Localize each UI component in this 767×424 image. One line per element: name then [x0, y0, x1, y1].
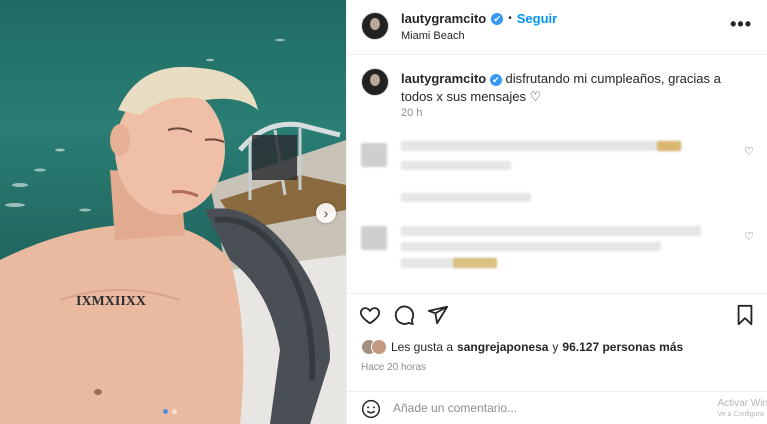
caption-text: lautygramcito ✔ disfrutando mi cumpleaño…: [401, 70, 741, 106]
blurred-avatar: [361, 143, 387, 167]
likes-summary[interactable]: Les gusta a sangrejaponesa y 96.127 pers…: [361, 339, 683, 355]
follow-button[interactable]: Seguir: [517, 11, 557, 26]
liker-avatar: [371, 339, 387, 355]
blurred-emoji: [453, 258, 497, 268]
verified-badge-icon: ✔: [491, 12, 504, 25]
comment-icon[interactable]: [393, 304, 415, 326]
caption-time: 20 h: [401, 107, 423, 119]
bookmark-icon[interactable]: [735, 304, 755, 326]
author-avatar[interactable]: [361, 12, 389, 40]
comment-input[interactable]: [393, 401, 693, 415]
carousel-next-button[interactable]: ›: [316, 203, 336, 223]
more-options-icon[interactable]: •••: [730, 14, 752, 35]
watermark-line1: Activar Win: [717, 398, 767, 409]
blurred-meta: [401, 193, 531, 202]
blurred-text: [401, 226, 701, 236]
blurred-text: [401, 242, 661, 251]
caption-username[interactable]: lautygramcito: [401, 71, 486, 86]
blurred-emoji: [657, 141, 681, 151]
likers-avatars: [361, 339, 387, 355]
caption-avatar[interactable]: [361, 68, 389, 96]
likes-count[interactable]: 96.127 personas más: [562, 340, 683, 354]
comment-composer: Activar Win Ve a Configura: [347, 391, 767, 424]
post-panel: lautygramcito ✔ • Seguir Miami Beach •••…: [346, 0, 767, 424]
author-username[interactable]: lautygramcito: [401, 11, 486, 26]
likes-connector: y: [552, 340, 559, 354]
windows-activation-watermark: Activar Win Ve a Configura: [717, 398, 767, 420]
heart-icon[interactable]: [359, 304, 381, 326]
liker-username[interactable]: sangrejaponesa: [457, 340, 548, 354]
chest-tattoo: IXMXIIXX: [76, 294, 146, 309]
post-header: lautygramcito ✔ • Seguir Miami Beach •••: [347, 0, 767, 55]
separator-dot: •: [508, 13, 512, 24]
blurred-text: [401, 141, 681, 151]
carousel-dot-2: [172, 409, 177, 414]
comment-like-icon[interactable]: ♡: [744, 230, 754, 243]
emoji-icon[interactable]: [361, 399, 381, 419]
watermark-line2: Ve a Configura: [717, 411, 764, 418]
action-bar: [347, 293, 767, 333]
comment-like-icon[interactable]: ♡: [744, 145, 754, 158]
carousel-indicator: [163, 409, 177, 414]
share-icon[interactable]: [427, 304, 449, 326]
blurred-text: [401, 161, 511, 170]
selfie-image: IXMXIIXX: [0, 38, 346, 424]
blurred-avatar: [361, 226, 387, 250]
verified-badge-icon: ✔: [489, 73, 502, 86]
post-location[interactable]: Miami Beach: [401, 30, 465, 42]
carousel-dot-1: [163, 409, 168, 414]
post-timestamp: Hace 20 horas: [361, 362, 427, 373]
post-photo[interactable]: IXMXIIXX ›: [0, 0, 346, 424]
likes-prefix: Les gusta a: [391, 340, 454, 354]
